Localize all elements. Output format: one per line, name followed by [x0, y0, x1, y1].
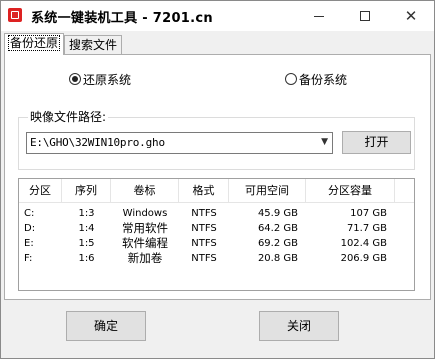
cell-free: 20.8 GB: [257, 253, 298, 264]
cell-drive: F:: [24, 253, 33, 264]
table-row[interactable]: D: 1:4 常用软件 NTFS 64.2 GB 71.7 GB: [19, 221, 414, 236]
close-button[interactable]: 关闭: [259, 311, 339, 341]
table-row[interactable]: F: 1:6 新加卷 NTFS 20.8 GB 206.9 GB: [19, 251, 414, 266]
tab-search-files[interactable]: 搜索文件: [64, 35, 122, 54]
cell-label: 软件编程: [122, 236, 168, 250]
column-header[interactable]: 序列: [62, 179, 111, 202]
minimize-button[interactable]: [296, 1, 342, 31]
cell-size: 102.4 GB: [340, 238, 387, 249]
cell-seq: 1:5: [78, 238, 95, 249]
cell-format: NTFS: [191, 208, 217, 219]
column-header[interactable]: 卷标: [111, 179, 179, 202]
tab-panel: 还原系统 备份系统 映像文件路径: E:\GHO\32WIN10pro.gho …: [4, 54, 431, 300]
cell-size: 71.7 GB: [346, 223, 387, 234]
table-header: 分区 序列 卷标 格式 可用空间 分区容量: [19, 179, 414, 203]
close-icon: ✕: [404, 6, 418, 25]
restore-system-radio[interactable]: 还原系统: [69, 71, 131, 87]
cell-label: Windows: [122, 208, 168, 219]
app-window: 系统一键装机工具 - 7201.cn ✕ 备份还原 搜索文件 还原系统 备份系统…: [0, 0, 435, 359]
cell-format: NTFS: [191, 253, 217, 264]
backup-system-label: 备份系统: [299, 72, 348, 87]
cell-size: 206.9 GB: [340, 253, 387, 264]
open-file-button[interactable]: 打开: [342, 131, 411, 154]
image-path-label: 映像文件路径:: [28, 110, 109, 124]
cell-free: 45.9 GB: [257, 208, 298, 219]
table-row[interactable]: E: 1:5 软件编程 NTFS 69.2 GB 102.4 GB: [19, 236, 414, 251]
partition-table: 分区 序列 卷标 格式 可用空间 分区容量 C: 1:3 Windows NTF…: [18, 178, 415, 291]
chevron-down-icon[interactable]: ▼: [321, 137, 328, 147]
restore-system-label: 还原系统: [83, 72, 132, 87]
image-path-value: E:\GHO\32WIN10pro.gho: [30, 136, 165, 149]
cell-size: 107 GB: [350, 208, 387, 219]
title-bar: 系统一键装机工具 - 7201.cn ✕: [1, 1, 434, 31]
radio-unselected-icon: [285, 73, 297, 85]
tab-backup-restore[interactable]: 备份还原: [4, 33, 64, 55]
cell-drive: C:: [24, 208, 35, 219]
cell-seq: 1:6: [78, 253, 95, 264]
column-header[interactable]: 格式: [179, 179, 229, 202]
column-header[interactable]: 分区: [19, 179, 62, 202]
cell-seq: 1:4: [78, 223, 95, 234]
ok-button[interactable]: 确定: [66, 311, 146, 341]
cell-drive: E:: [24, 238, 34, 249]
column-header-filler: [395, 179, 414, 202]
cell-format: NTFS: [191, 223, 217, 234]
maximize-icon: [360, 11, 370, 21]
close-window-button[interactable]: ✕: [388, 1, 434, 31]
column-header[interactable]: 可用空间: [229, 179, 306, 202]
app-icon: [8, 8, 22, 22]
backup-system-radio[interactable]: 备份系统: [285, 71, 347, 87]
cell-free: 69.2 GB: [257, 238, 298, 249]
minimize-icon: [314, 15, 324, 17]
cell-label: 常用软件: [122, 221, 168, 235]
maximize-button[interactable]: [342, 1, 388, 31]
cell-drive: D:: [24, 223, 36, 234]
image-path-combobox[interactable]: E:\GHO\32WIN10pro.gho ▼: [26, 132, 333, 154]
cell-format: NTFS: [191, 238, 217, 249]
radio-selected-icon: [69, 73, 81, 85]
window-title: 系统一键装机工具 - 7201.cn: [31, 11, 213, 26]
table-row[interactable]: C: 1:3 Windows NTFS 45.9 GB 107 GB: [19, 206, 414, 221]
column-header[interactable]: 分区容量: [306, 179, 395, 202]
cell-free: 64.2 GB: [257, 223, 298, 234]
image-path-group: 映像文件路径: E:\GHO\32WIN10pro.gho ▼ 打开: [18, 110, 415, 170]
cell-label: 新加卷: [127, 251, 163, 265]
cell-seq: 1:3: [78, 208, 95, 219]
